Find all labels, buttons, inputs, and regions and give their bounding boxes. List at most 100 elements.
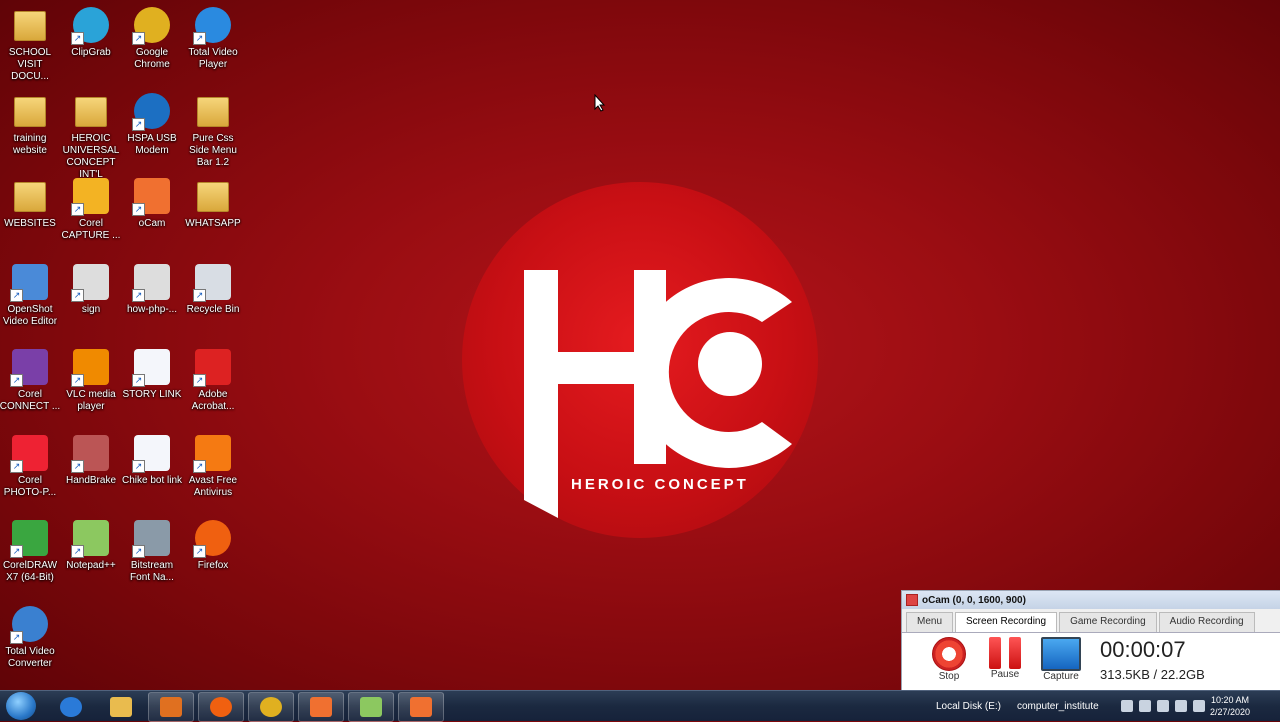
vlc-icon: ↗ (71, 349, 109, 387)
desktop-icon[interactable]: ↗ how-php-... (121, 260, 183, 316)
desktop-icon[interactable]: ↗ Total Video Player (182, 3, 244, 71)
coreldraw-icon: ↗ (10, 520, 48, 558)
desktop-icon[interactable]: training website (0, 89, 61, 157)
firefox-icon: ↗ (193, 520, 231, 558)
shortcut-arrow-icon: ↗ (132, 117, 145, 131)
recording-size: 313.5KB / 22.2GB (1100, 667, 1205, 682)
desktop-icon-label: Corel CONNECT ... (0, 389, 61, 412)
network-icon[interactable] (1175, 700, 1187, 712)
desktop-icon[interactable]: WHATSAPP (182, 174, 244, 230)
shortcut-arrow-icon: ↗ (193, 459, 206, 473)
monitor-icon (1041, 637, 1081, 671)
shortcut-arrow-icon: ↗ (10, 630, 23, 644)
shortcut-arrow-icon: ↗ (71, 545, 84, 558)
ocam-titlebar[interactable]: oCam (0, 0, 1600, 900) (902, 591, 1280, 609)
shortcut-arrow-icon: ↗ (71, 203, 84, 216)
desktop-icon[interactable]: ↗ sign (60, 260, 122, 316)
desktop-icon[interactable]: ↗ Adobe Acrobat... (182, 345, 244, 413)
taskbar-button-internet-explorer[interactable] (48, 692, 94, 722)
toolbar-local-disk[interactable]: Local Disk (E:) (936, 691, 1001, 721)
ocam-tabs: Menu Screen Recording Game Recording Aud… (902, 612, 1280, 633)
image-icon: ↗ (71, 263, 109, 302)
desktop-icon[interactable]: ↗ HandBrake (60, 431, 122, 487)
stop-button[interactable]: Stop (924, 637, 974, 682)
recording-timer: 00:00:07 (1100, 637, 1186, 662)
taskbar-button-file-explorer[interactable] (98, 692, 144, 722)
desktop-icon[interactable]: ↗ oCam (121, 174, 183, 230)
desktop-icon-label: training website (13, 132, 47, 156)
action-center-icon[interactable] (1139, 700, 1151, 712)
tab-game-recording[interactable]: Game Recording (1059, 612, 1157, 632)
desktop-icon-label: SCHOOL VISIT DOCU... (8, 47, 52, 82)
desktop-icon[interactable]: ↗ CorelDRAW X7 (64-Bit) (0, 516, 61, 584)
taskbar-button-media-player[interactable] (148, 692, 194, 722)
shortcut-arrow-icon: ↗ (132, 288, 145, 302)
desktop-icon-label: how-php-... (126, 303, 178, 315)
folder-icon (73, 93, 109, 129)
desktop-icon[interactable]: ↗ Chike bot link (121, 431, 183, 487)
desktop-icon[interactable]: ↗ VLC media player (60, 345, 122, 413)
desktop-icon[interactable]: SCHOOL VISIT DOCU... (0, 3, 61, 83)
desktop-icon-label: Adobe Acrobat... (191, 389, 235, 412)
tab-audio-recording[interactable]: Audio Recording (1158, 612, 1255, 632)
volume-icon[interactable] (1193, 700, 1205, 712)
shortcut-arrow-icon: ↗ (132, 459, 145, 473)
desktop-icon-label: HSPA USB Modem (127, 132, 177, 156)
capture-button[interactable]: Capture (1036, 637, 1086, 682)
internet-explorer-icon (60, 697, 82, 717)
desktop-icon[interactable]: ↗ Avast Free Antivirus (182, 431, 244, 499)
shortcut-arrow-icon: ↗ (10, 545, 23, 558)
avast-icon: ↗ (193, 434, 231, 473)
desktop-icon[interactable]: ↗ OpenShot Video Editor (0, 260, 61, 328)
desktop-icon-label: Total Video Converter (5, 645, 55, 669)
desktop-icon[interactable]: ↗ Notepad++ (60, 516, 122, 572)
tab-screen-recording[interactable]: Screen Recording (955, 612, 1058, 632)
taskbar-button-notepad[interactable] (348, 692, 394, 722)
desktop-icon[interactable]: ↗ STORY LINK (121, 345, 183, 401)
desktop-icon[interactable]: ↗ Corel CAPTURE ... (60, 174, 122, 242)
desktop-icon-label: HandBrake (65, 474, 117, 486)
desktop-icon[interactable]: ↗ ClipGrab (60, 3, 122, 59)
taskbar-button-chrome[interactable] (248, 692, 294, 722)
acrobat-icon: ↗ (193, 349, 231, 387)
mouse-cursor-icon (594, 94, 606, 112)
show-hidden-icons-icon[interactable] (1121, 700, 1133, 712)
notepad-icon: ↗ (71, 520, 109, 558)
desktop-icon[interactable]: ↗ Recycle Bin (182, 260, 244, 316)
desktop-icon[interactable]: Pure Css Side Menu Bar 1.2 (182, 89, 244, 169)
shortcut-arrow-icon: ↗ (71, 32, 84, 45)
start-button[interactable] (6, 692, 36, 720)
desktop-icon[interactable]: ↗ Total Video Converter (0, 602, 61, 670)
desktop-icon[interactable]: HEROIC UNIVERSAL CONCEPT INT'L (60, 89, 122, 181)
toolbar-computer-institute[interactable]: computer_institute (1017, 691, 1099, 721)
desktop-icon[interactable]: ↗ Corel CONNECT ... (0, 345, 61, 413)
ocam-window[interactable]: oCam (0, 0, 1600, 900) Menu Screen Recor… (901, 590, 1280, 693)
desktop-icon[interactable]: WEBSITES (0, 174, 61, 230)
taskbar: Local Disk (E:) computer_institute 10:20… (0, 690, 1280, 722)
shortcut-arrow-icon: ↗ (193, 288, 206, 302)
desktop-icon[interactable]: ↗ Bitstream Font Na... (121, 516, 183, 584)
stop-icon (932, 637, 966, 671)
shortcut-arrow-icon: ↗ (132, 203, 145, 216)
shortcut-arrow-icon: ↗ (71, 459, 84, 473)
taskbar-button-firefox[interactable] (198, 692, 244, 722)
brand-text: HEROIC CONCEPT (571, 476, 749, 493)
desktop-icon-label: Recycle Bin (186, 303, 240, 315)
tab-menu[interactable]: Menu (906, 612, 954, 632)
display-icon[interactable] (1157, 700, 1169, 712)
shortcut-arrow-icon: ↗ (132, 545, 145, 558)
desktop-icon[interactable]: ↗ Corel PHOTO-P... (0, 431, 61, 499)
desktop-icon-label: Notepad++ (66, 560, 116, 571)
ocam-app-icon (906, 594, 918, 606)
desktop-icon[interactable]: ↗ Firefox (182, 516, 244, 572)
taskbar-button-xampp[interactable] (298, 692, 344, 722)
shortcut-arrow-icon: ↗ (10, 374, 23, 387)
desktop-icon[interactable]: ↗ HSPA USB Modem (121, 89, 183, 157)
pause-button[interactable]: Pause (980, 637, 1030, 680)
desktop-icon[interactable]: ↗ Google Chrome (121, 3, 183, 71)
taskbar-button-ocam[interactable] (398, 692, 444, 722)
folder-icon (12, 7, 48, 43)
clock[interactable]: 10:20 AM 2/27/2020 (1210, 694, 1250, 718)
folder-icon (12, 93, 48, 129)
video-player-icon: ↗ (193, 7, 231, 45)
